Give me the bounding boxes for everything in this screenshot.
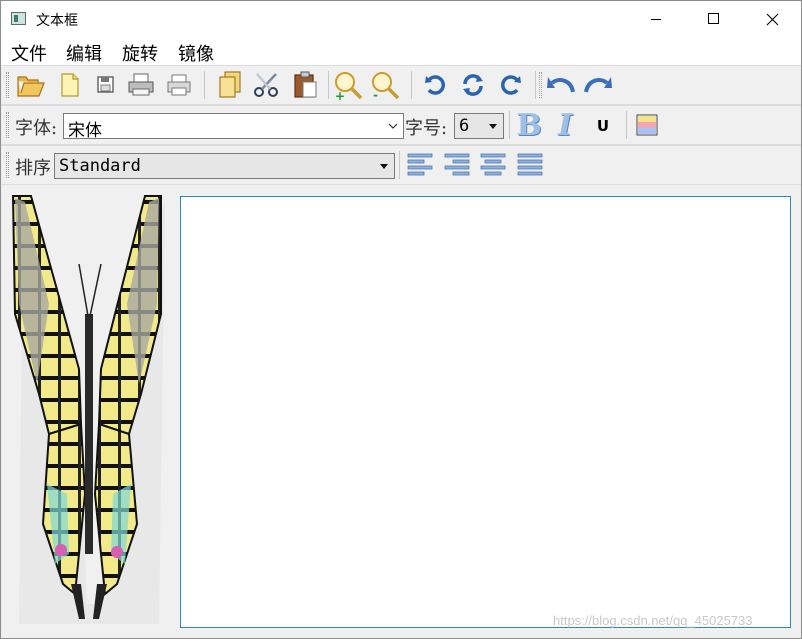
minimize-button[interactable]	[627, 1, 685, 37]
underline-icon: U	[596, 117, 610, 135]
butterfly-image	[9, 194, 169, 626]
zoom-out-icon: -	[372, 72, 400, 101]
menu-mirror[interactable]: 镜像	[178, 40, 214, 66]
italic-button[interactable]: I	[549, 107, 581, 143]
font-size-value: 6	[459, 116, 470, 136]
maximize-button[interactable]	[685, 1, 743, 37]
close-button[interactable]	[743, 1, 801, 37]
maximize-icon	[708, 13, 719, 24]
toolbar-separator	[328, 71, 329, 99]
minimize-icon	[651, 19, 661, 20]
menu-bar: 文件 编辑 旋转 镜像	[1, 37, 801, 65]
new-file-icon	[61, 73, 79, 97]
chevron-down-icon	[386, 114, 400, 138]
dropdown-arrow-icon	[486, 114, 500, 138]
align-center-button[interactable]	[477, 149, 509, 181]
zoom-in-button[interactable]: +	[332, 69, 364, 101]
bold-icon: B	[516, 107, 542, 143]
toolbar-grip[interactable]	[6, 72, 9, 98]
new-file-button[interactable]	[53, 69, 85, 101]
undo-button[interactable]	[545, 69, 577, 101]
menu-edit[interactable]: 编辑	[66, 40, 102, 66]
align-right-button[interactable]	[441, 149, 473, 181]
toolbar-separator	[509, 111, 510, 139]
undo-icon	[547, 77, 575, 93]
main-window: 文本框 文件 编辑 旋转 镜像 + - 字体: 宋体 字号: 6 B I U 排…	[0, 0, 802, 639]
svg-text:+: +	[335, 89, 345, 101]
rotate-90-button[interactable]	[420, 69, 452, 101]
justify-button[interactable]	[514, 149, 546, 181]
app-icon	[11, 12, 26, 25]
menu-rotate[interactable]: 旋转	[122, 40, 158, 66]
print-preview-icon	[167, 74, 191, 96]
sort-combo[interactable]: Standard	[54, 153, 395, 179]
toolbar-separator	[411, 71, 412, 99]
dropdown-arrow-icon	[377, 154, 391, 178]
rotate-180-button[interactable]	[457, 69, 489, 101]
rotate-90-icon	[425, 75, 445, 95]
redo-button[interactable]	[582, 69, 614, 101]
italic-icon: I	[557, 107, 573, 143]
align-left-icon	[407, 153, 433, 176]
copy-icon	[219, 71, 241, 98]
text-color-button[interactable]	[631, 109, 663, 141]
toolbar-separator	[399, 151, 400, 179]
align-center-icon	[480, 153, 506, 176]
toolbar-separator	[204, 71, 205, 99]
align-justify-icon	[517, 153, 543, 176]
menu-file[interactable]: 文件	[11, 40, 47, 66]
printer-icon	[128, 73, 154, 96]
main-toolbar: + -	[1, 65, 801, 105]
font-size-combo[interactable]: 6	[454, 113, 504, 139]
toolbar-grip[interactable]	[6, 152, 9, 178]
watermark-text: https://blog.csdn.net/qq_45025733	[553, 613, 753, 628]
bold-button[interactable]: B	[513, 107, 545, 143]
toolbar-separator	[535, 71, 536, 99]
print-preview-button[interactable]	[163, 69, 195, 101]
toolbar-grip[interactable]	[6, 112, 9, 138]
size-label: 字号:	[405, 118, 448, 139]
underline-button[interactable]: U	[587, 110, 619, 142]
sort-label: 排序	[15, 158, 51, 179]
font-label: 字体:	[15, 118, 58, 139]
open-button[interactable]	[15, 69, 47, 101]
close-icon	[766, 13, 778, 25]
color-palette-icon	[636, 114, 658, 136]
zoom-in-icon: +	[335, 72, 363, 101]
scissors-icon	[254, 73, 278, 97]
font-combo-value: 宋体	[68, 121, 102, 141]
toolbar-separator	[626, 111, 627, 139]
copy-button[interactable]	[214, 69, 246, 101]
title-bar: 文本框	[1, 1, 801, 37]
sort-combo-value: Standard	[59, 156, 141, 176]
save-icon	[97, 76, 114, 93]
paste-icon	[294, 71, 317, 98]
format-toolbar: 排序 Standard	[1, 145, 801, 185]
window-title: 文本框	[36, 13, 78, 29]
align-right-icon	[444, 153, 470, 176]
rotate-270-button[interactable]	[494, 69, 526, 101]
save-button[interactable]	[90, 69, 122, 101]
print-button[interactable]	[125, 69, 157, 101]
toolbar-grip[interactable]	[539, 72, 542, 98]
font-toolbar: 字体: 宋体 字号: 6 B I U	[1, 105, 801, 145]
svg-text:-: -	[373, 88, 378, 101]
font-combo[interactable]: 宋体	[63, 113, 404, 141]
rotate-180-icon	[463, 74, 483, 96]
text-edit-area[interactable]	[180, 196, 791, 628]
paste-button[interactable]	[289, 69, 321, 101]
align-left-button[interactable]	[404, 149, 436, 181]
cut-button[interactable]	[251, 69, 283, 101]
open-folder-icon	[17, 76, 45, 97]
redo-icon	[584, 77, 612, 93]
zoom-out-button[interactable]: -	[369, 69, 401, 101]
rotate-270-icon	[501, 75, 521, 95]
